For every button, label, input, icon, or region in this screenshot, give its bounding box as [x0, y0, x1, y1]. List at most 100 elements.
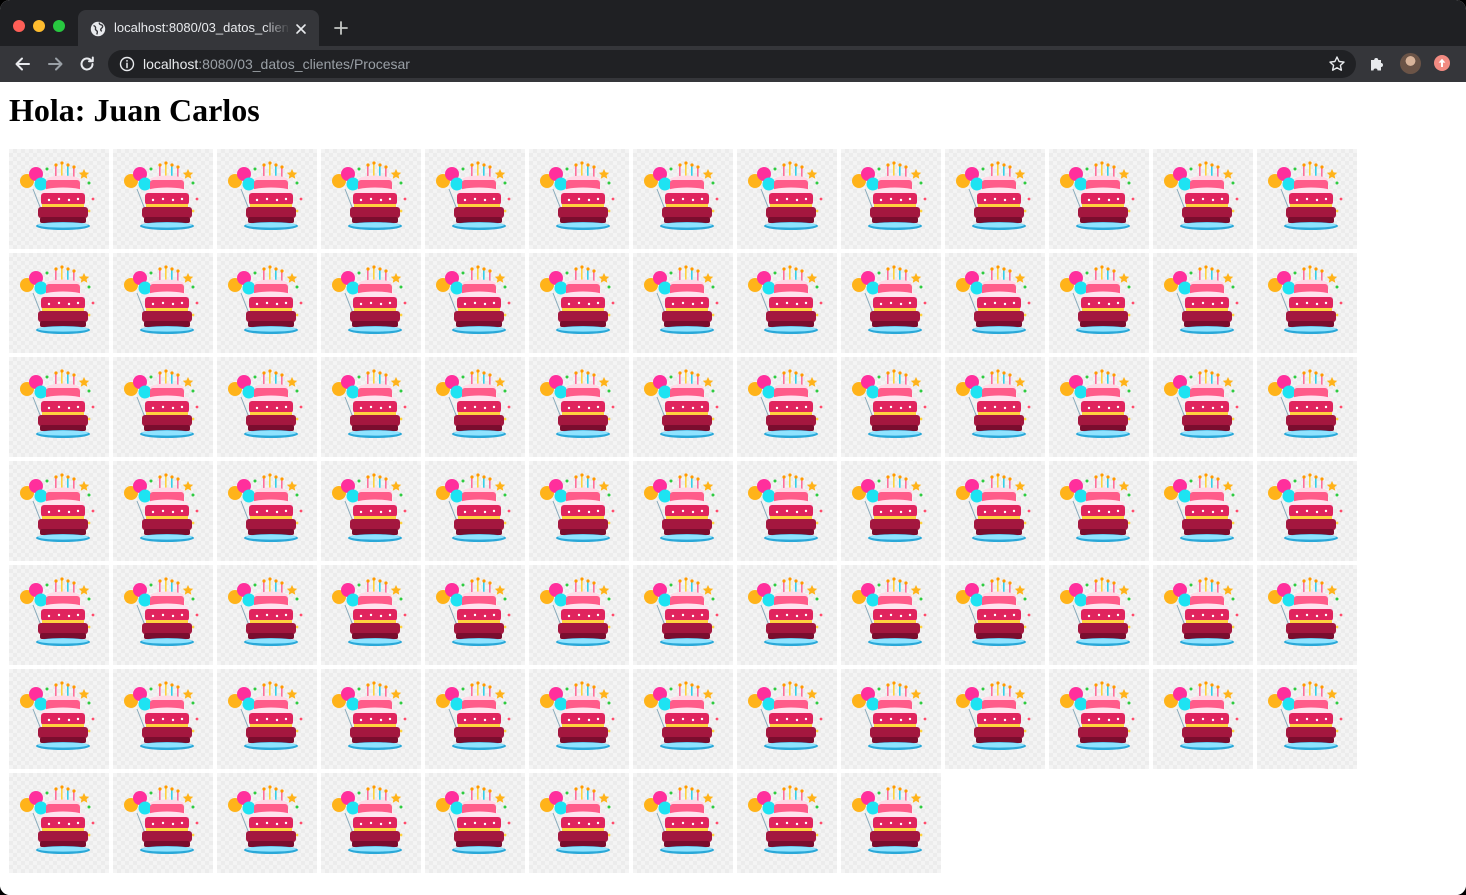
cake-image [217, 669, 317, 769]
cake-image [425, 565, 525, 665]
cake-image [113, 357, 213, 457]
cake-image [9, 669, 109, 769]
url-host: localhost [143, 56, 199, 72]
cake-image [633, 461, 733, 561]
cake-image [737, 669, 837, 769]
cake-image [1153, 149, 1253, 249]
active-tab[interactable]: localhost:8080/03_datos_clientes/Procesa… [78, 10, 319, 46]
cake-image [217, 253, 317, 353]
cake-image [425, 773, 525, 873]
cake-image [945, 149, 1045, 249]
cake-image [737, 357, 837, 457]
cake-image [1049, 669, 1149, 769]
cake-image [1257, 149, 1357, 249]
address-bar[interactable]: localhost:8080/03_datos_clientes/Procesa… [108, 50, 1356, 78]
cake-image [1049, 149, 1149, 249]
cake-image [633, 253, 733, 353]
cake-image [945, 253, 1045, 353]
cake-image [1257, 565, 1357, 665]
cake-image [841, 669, 941, 769]
cake-image [529, 565, 629, 665]
close-window-button[interactable] [13, 20, 25, 32]
cake-image [529, 773, 629, 873]
star-icon[interactable] [1328, 55, 1346, 73]
cake-image [841, 565, 941, 665]
cake-image [9, 253, 109, 353]
cake-image [1153, 669, 1253, 769]
tab-title: localhost:8080/03_datos_clientes/Procesa… [114, 20, 290, 35]
zoom-window-button[interactable] [53, 20, 65, 32]
cake-image [321, 461, 421, 561]
cake-image [321, 669, 421, 769]
cake-image [633, 149, 733, 249]
cake-image [113, 669, 213, 769]
minimize-window-button[interactable] [33, 20, 45, 32]
browser-window: localhost:8080/03_datos_clientes/Procesa… [0, 0, 1466, 895]
cake-image [1257, 357, 1357, 457]
cake-image [113, 565, 213, 665]
update-icon[interactable] [1434, 55, 1450, 71]
cake-image-grid [9, 149, 1361, 873]
tab-strip: localhost:8080/03_datos_clientes/Procesa… [0, 0, 1466, 46]
cake-image [529, 253, 629, 353]
cake-image [945, 357, 1045, 457]
cake-image [737, 253, 837, 353]
close-icon[interactable] [293, 21, 309, 37]
cake-image [9, 149, 109, 249]
cake-image [113, 149, 213, 249]
cake-image [737, 565, 837, 665]
plus-icon[interactable] [332, 19, 350, 37]
cake-image [633, 565, 733, 665]
cake-image [217, 773, 317, 873]
cake-image [841, 253, 941, 353]
cake-image [737, 461, 837, 561]
cake-image [841, 357, 941, 457]
cake-image [425, 669, 525, 769]
greeting-heading: Hola: Juan Carlos [9, 92, 260, 128]
cake-image [841, 461, 941, 561]
cake-image [217, 149, 317, 249]
url-path: :8080/03_datos_clientes/Procesar [198, 56, 410, 72]
cake-image [529, 461, 629, 561]
cake-image [1049, 565, 1149, 665]
cake-image [321, 357, 421, 457]
cake-image [633, 773, 733, 873]
toolbar: localhost:8080/03_datos_clientes/Procesa… [0, 46, 1466, 82]
cake-image [425, 357, 525, 457]
cake-image [737, 773, 837, 873]
cake-image [217, 357, 317, 457]
cake-image [9, 565, 109, 665]
cake-image [1257, 253, 1357, 353]
cake-image [529, 669, 629, 769]
cake-image [217, 565, 317, 665]
cake-image [9, 461, 109, 561]
info-icon[interactable] [119, 56, 135, 72]
cake-image [1257, 669, 1357, 769]
cake-image [1049, 253, 1149, 353]
cake-image [321, 773, 421, 873]
reload-icon[interactable] [77, 54, 97, 74]
cake-image [1153, 253, 1253, 353]
cake-image [633, 357, 733, 457]
cake-image [945, 565, 1045, 665]
cake-image [945, 461, 1045, 561]
forward-arrow-icon[interactable] [45, 54, 65, 74]
cake-image [321, 565, 421, 665]
cake-image [1153, 461, 1253, 561]
url-text[interactable]: localhost:8080/03_datos_clientes/Procesa… [143, 56, 410, 72]
cake-image [737, 149, 837, 249]
cake-image [425, 149, 525, 249]
puzzle-icon[interactable] [1368, 55, 1386, 73]
cake-image [425, 253, 525, 353]
cake-image [1049, 357, 1149, 457]
cake-image [321, 149, 421, 249]
cake-image [113, 461, 213, 561]
cake-image [529, 149, 629, 249]
cake-image [113, 253, 213, 353]
cake-image [425, 461, 525, 561]
cake-image [1153, 565, 1253, 665]
back-arrow-icon[interactable] [13, 54, 33, 74]
cake-image [9, 357, 109, 457]
avatar[interactable] [1400, 53, 1421, 74]
globe-icon [90, 21, 106, 37]
